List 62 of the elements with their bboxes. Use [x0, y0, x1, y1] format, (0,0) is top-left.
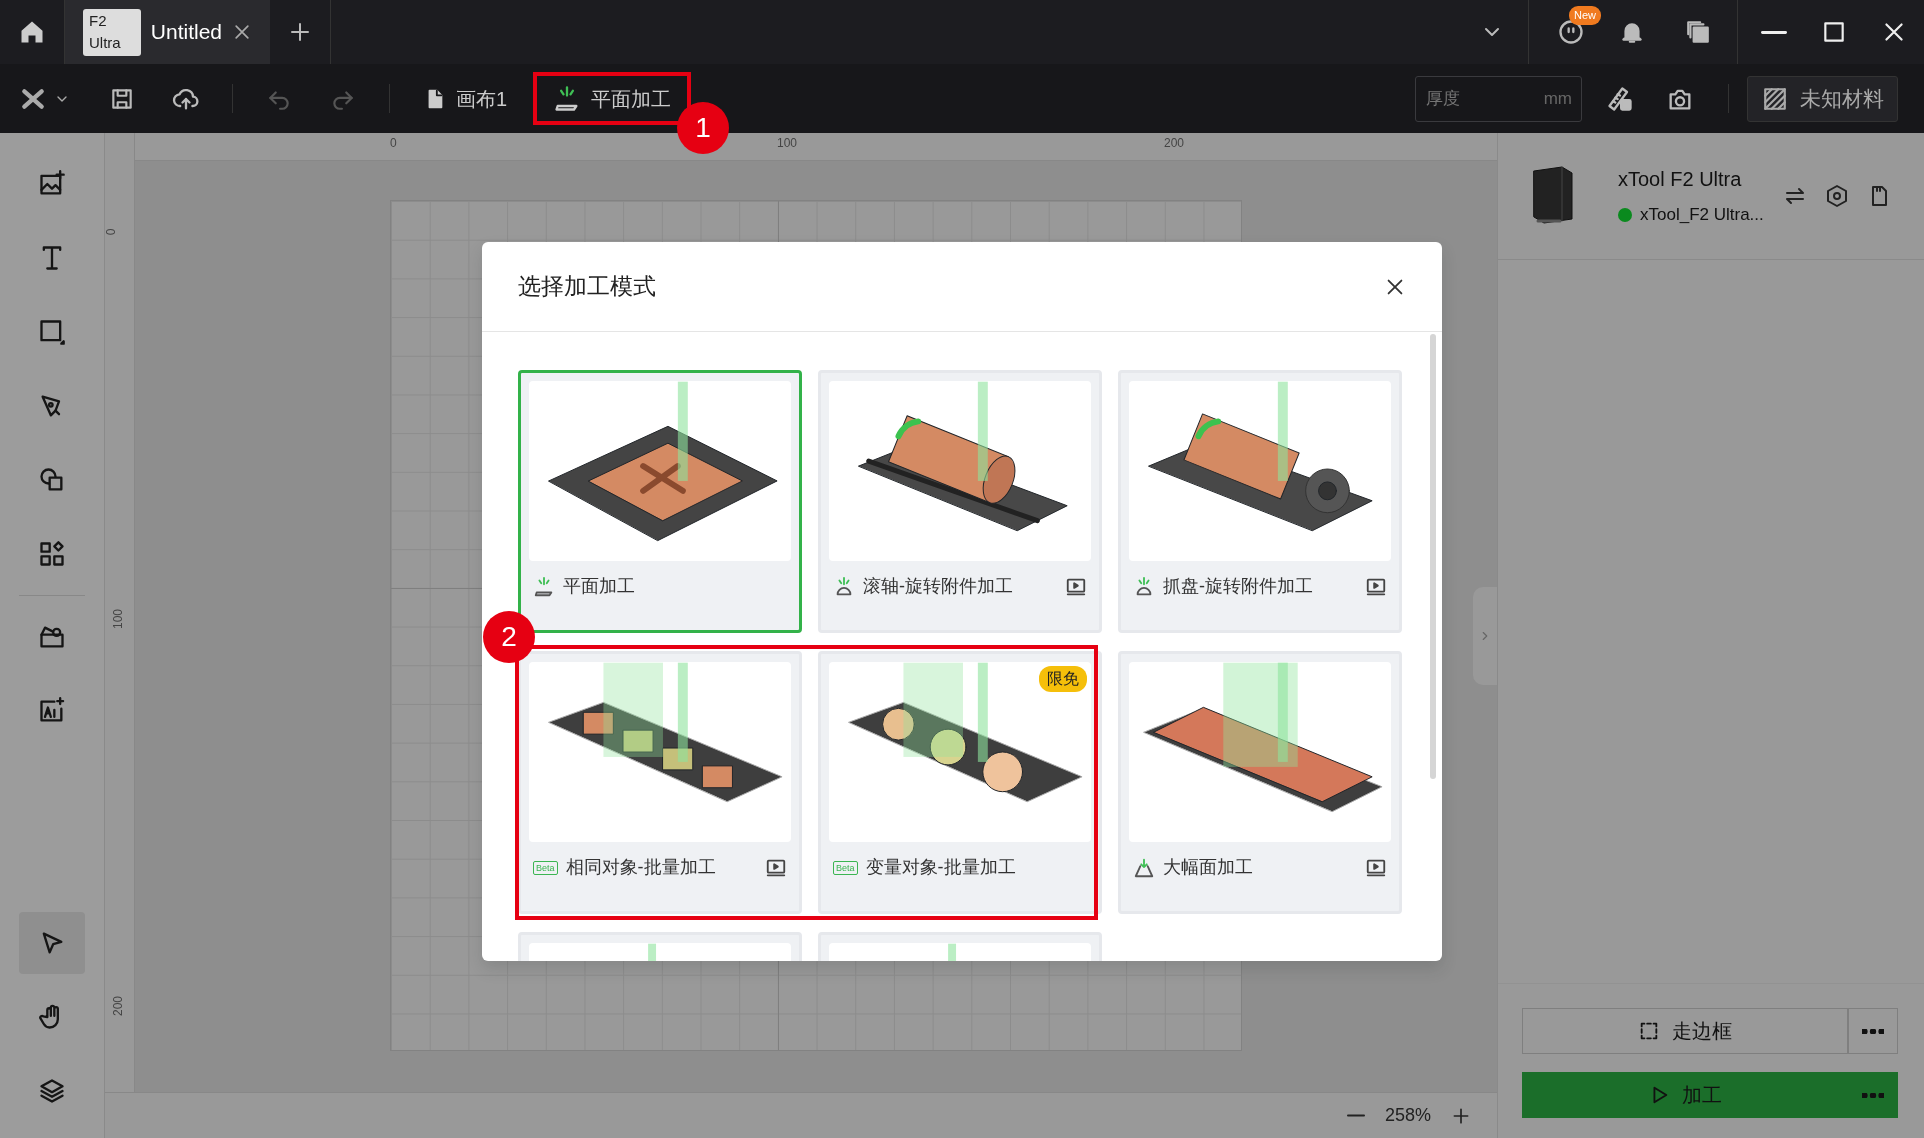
device-badge: F2 Ultra	[83, 8, 141, 56]
more-icon	[1862, 1028, 1884, 1034]
smiley-icon	[1557, 18, 1585, 46]
mode-label: 相同对象-批量加工	[565, 856, 717, 879]
ruler-label: 100	[110, 609, 126, 629]
beta-badge: Beta	[533, 860, 558, 875]
ruler-label: 100	[777, 135, 798, 152]
shapes-tool-icon	[38, 466, 66, 494]
large-format-icon	[1133, 856, 1155, 879]
ruler-icon	[1606, 84, 1634, 113]
layers-icon	[38, 1077, 66, 1105]
frame-button[interactable]: 走边框	[1522, 1008, 1848, 1054]
scrollbar[interactable]	[1430, 334, 1436, 779]
close-tab-button[interactable]	[232, 22, 252, 42]
mode-label: 大幅面加工	[1163, 856, 1254, 879]
windows-icon	[1685, 19, 1711, 45]
beta-badge: Beta	[833, 860, 858, 875]
image-add-icon	[38, 170, 66, 198]
tab-title: Untitled	[150, 19, 222, 46]
more-options-button[interactable]	[1848, 1008, 1898, 1054]
maximize-icon	[1821, 19, 1847, 45]
mode-label: 平面加工	[563, 575, 636, 598]
mode-card[interactable]: 限免 Beta 变量对象-批量加工	[818, 651, 1102, 914]
more-icon	[1862, 1092, 1884, 1098]
collapse-panel-handle[interactable]	[1473, 587, 1497, 685]
components-icon	[38, 540, 66, 568]
mode-card[interactable]: 大幅面加工	[1118, 651, 1402, 914]
ruler-label: 0	[103, 228, 120, 236]
close-icon	[232, 22, 252, 42]
more-options-button[interactable]	[1848, 1072, 1898, 1118]
settings-icon	[1825, 184, 1849, 208]
new-badge: New	[1569, 6, 1601, 25]
unit-label: mm	[1543, 87, 1572, 110]
plus-icon	[288, 20, 312, 44]
dialog-title: 选择加工模式	[518, 272, 656, 302]
step-number: 2	[483, 611, 535, 663]
minimize-icon	[1761, 30, 1787, 34]
hatch-icon	[1761, 85, 1788, 112]
pointer-tool[interactable]	[19, 912, 85, 974]
mode-card[interactable]: 平面加工	[518, 370, 802, 633]
connection-name[interactable]: xTool_F2 Ultra...	[1640, 202, 1764, 228]
laser-icon	[533, 575, 555, 598]
frame-icon	[1638, 1020, 1660, 1042]
document-tab[interactable]: F2 Ultra Untitled	[65, 0, 270, 64]
ruler-label: 0	[390, 135, 397, 152]
zoom-level: 258%	[1384, 1104, 1431, 1127]
ruler-label: 200	[110, 996, 126, 1016]
canvas-tab[interactable]: 画布1	[404, 73, 528, 124]
device-name: xTool F2 Ultra	[1618, 167, 1743, 193]
rectangle-tool-icon	[38, 318, 66, 346]
free-badge: 限免	[1039, 666, 1087, 692]
mode-label: 变量对象-批量加工	[865, 856, 1017, 879]
mode-card[interactable]: 抓盘-旋转附件加工	[1118, 370, 1402, 633]
mode-label: 抓盘-旋转附件加工	[1163, 575, 1314, 598]
ruler-label: 200	[1164, 135, 1185, 152]
minus-icon	[1346, 1114, 1365, 1117]
mode-card[interactable]: 滚轴-旋转附件加工	[818, 370, 1102, 633]
ai-image-icon	[38, 697, 66, 725]
material-button[interactable]: 未知材料	[1747, 75, 1898, 122]
mode-label: 滚轴-旋转附件加工	[863, 575, 1014, 598]
mode-card[interactable]: Beta 相同对象-批量加工	[518, 651, 802, 914]
zoom-out-button[interactable]	[1346, 1114, 1365, 1117]
